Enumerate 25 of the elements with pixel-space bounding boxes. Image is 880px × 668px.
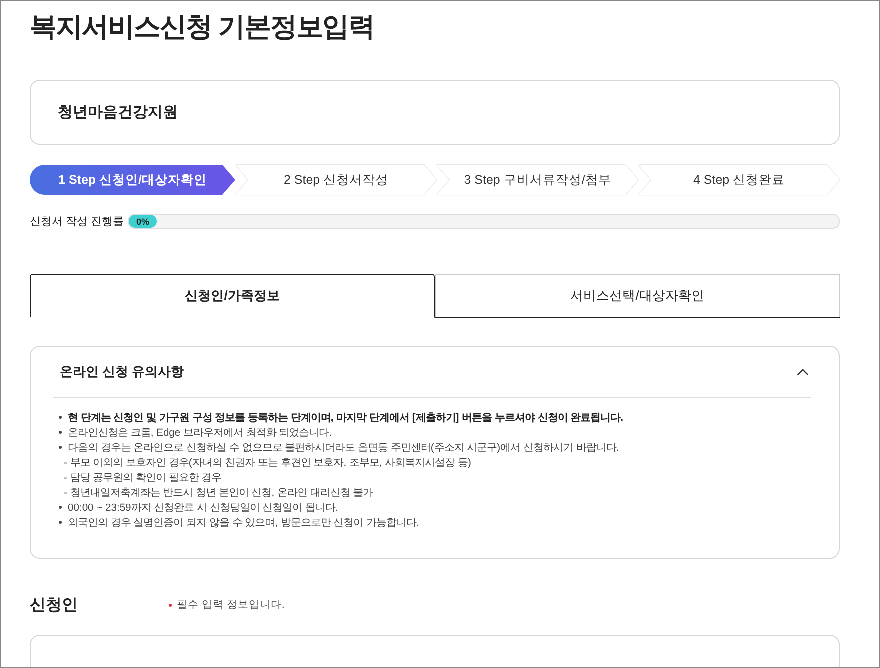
required-icon bbox=[169, 604, 172, 606]
section-title: 신청인 bbox=[30, 596, 79, 616]
page-title: 복지서비스신청 기본정보입력 bbox=[30, 11, 376, 44]
notice-title: 온라인 신청 유의사항 bbox=[60, 363, 184, 381]
notice-text: 온라인신청은 크롬, Edge 브라우저에서 최적화 되었습니다. bbox=[68, 426, 332, 440]
notice-text: - 담당 공무원의 확인이 필요한 경우 bbox=[64, 472, 222, 484]
notice-text: - 청년내일저축계좌는 반드시 청년 본인이 신청, 온라인 대리신청 불가 bbox=[64, 486, 374, 500]
notice-text: 다음의 경우는 온라인으로 신청하실 수 없으므로 불편하시더라도 읍면동 주민센터(주소지 시군구)에서 신청하시기 바랍니다. bbox=[68, 442, 620, 454]
required-note: 필수 입력 정보입니다. bbox=[177, 598, 285, 612]
bullet-icon bbox=[59, 416, 62, 419]
tab[interactable]: 서비스선택/대상자확인 bbox=[435, 274, 840, 317]
tab[interactable]: 신청인/가족정보 bbox=[30, 274, 435, 318]
service-name: 청년마음건강지원 bbox=[58, 103, 178, 122]
notice-text: 현 단계는 신청인 및 가구원 구성 정보를 등록하는 단계이며, 마지막 단계에서 [제출하기] 버튼을 누르셔야 신청이 완료됩니다. bbox=[68, 412, 624, 424]
bullet-icon bbox=[59, 431, 62, 434]
notice-text: 외국인의 경우 실명인증이 되지 않을 수 있으며, 방문으로만 신청이 가능합니다. bbox=[68, 516, 420, 530]
collapse-icon[interactable] bbox=[797, 368, 809, 376]
notice-text: 00:00 ~ 23:59까지 신청완료 시 신청당일이 신청일이 됩니다. bbox=[68, 502, 338, 514]
step-tab[interactable]: 1 Step 신청인/대상자확인 bbox=[30, 165, 236, 195]
progress-label: 신청서 작성 진행률 bbox=[30, 215, 126, 229]
bullet-icon bbox=[59, 506, 62, 509]
bullet-icon bbox=[59, 446, 62, 449]
bullet-icon bbox=[59, 521, 62, 524]
notice-text: - 부모 이외의 보호자인 경우(자녀의 친권자 또는 후견인 보호자, 조부모, 사회복지시설장 등) bbox=[64, 456, 472, 470]
progress-fill: 0% bbox=[129, 215, 157, 228]
